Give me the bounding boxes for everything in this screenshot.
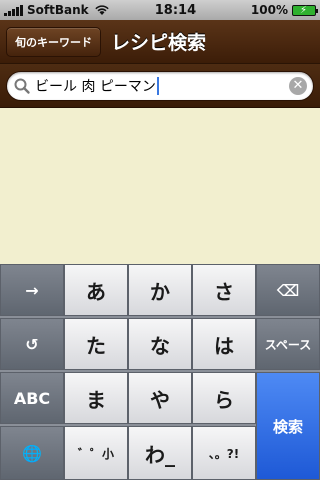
navigation-bar: 旬のキーワード レシピ検索 — [0, 20, 320, 64]
key-sa[interactable]: さ — [192, 264, 256, 316]
search-input-text: ビール 肉 ピーマン — [35, 78, 156, 95]
status-right: 100% ⚡ — [251, 3, 320, 17]
page-title: レシピ検索 — [111, 32, 207, 54]
key-ta[interactable]: た — [64, 318, 128, 370]
globe-key[interactable]: 🌐 — [0, 426, 64, 480]
delete-key[interactable]: ⌫ — [256, 264, 320, 316]
results-area — [0, 108, 320, 264]
status-left: SoftBank — [0, 3, 110, 17]
search-icon — [14, 78, 30, 94]
key-ya[interactable]: や — [128, 372, 192, 424]
clear-icon[interactable]: ✕ — [289, 76, 307, 95]
key-ka[interactable]: か — [128, 264, 192, 316]
space-key[interactable]: スペース — [256, 318, 320, 370]
key-ra[interactable]: ら — [192, 372, 256, 424]
key-arrow-right[interactable]: → — [0, 264, 64, 316]
search-bar: ビール 肉 ピーマン ✕ — [0, 64, 320, 108]
status-bar: SoftBank 18:14 100% ⚡ — [0, 0, 320, 20]
key-a[interactable]: あ — [64, 264, 128, 316]
charging-bolt-icon: ⚡ — [300, 4, 308, 16]
wifi-icon — [94, 5, 109, 15]
battery-percent: 100% — [250, 3, 288, 17]
abc-key[interactable]: ABC — [0, 372, 64, 424]
clock: 18:14 — [154, 2, 197, 18]
search-field[interactable]: ビール 肉 ピーマン ✕ — [6, 70, 314, 101]
key-ha[interactable]: は — [192, 318, 256, 370]
signal-icon — [4, 4, 24, 16]
undo-key[interactable]: ↺ — [0, 318, 64, 370]
key-na[interactable]: な — [128, 318, 192, 370]
carrier-label: SoftBank — [27, 3, 89, 17]
keyboard: → あ か さ ⌫ ↺ た な は スペース ABC ま や ら 検索 🌐 ゛゜… — [0, 264, 320, 480]
back-button[interactable]: 旬のキーワード — [6, 26, 101, 57]
search-input[interactable]: ビール 肉 ピーマン — [35, 76, 289, 96]
key-ma[interactable]: ま — [64, 372, 128, 424]
punctuation-key[interactable]: 、。?! — [192, 426, 256, 480]
text-cursor — [156, 76, 159, 95]
dakuten-key[interactable]: ゛゜小 — [64, 426, 128, 480]
search-key[interactable]: 検索 — [256, 372, 320, 480]
key-wa[interactable]: わ_ — [128, 426, 192, 480]
battery-icon: ⚡ — [292, 4, 318, 16]
